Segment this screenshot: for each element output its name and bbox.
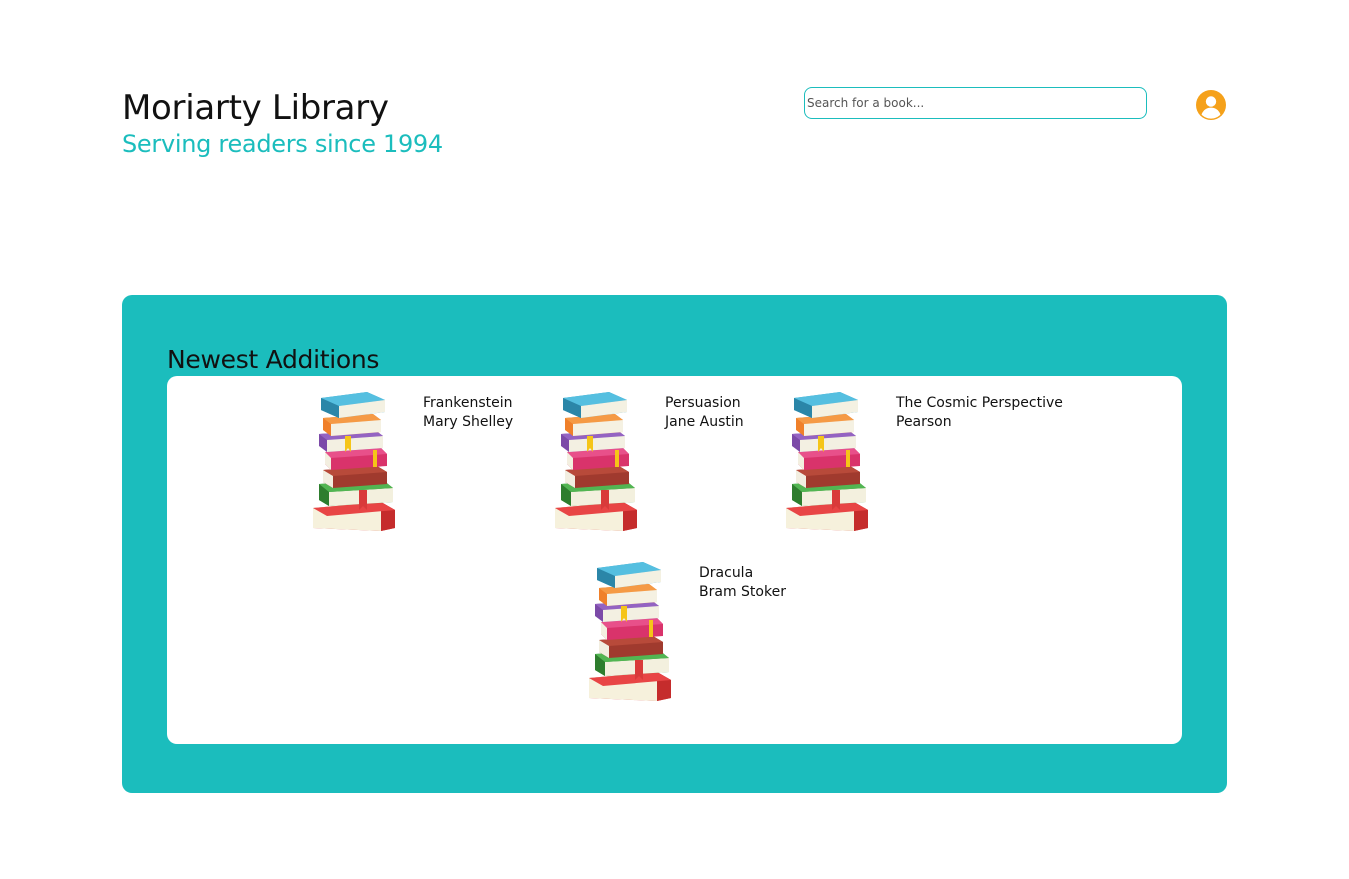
- book-info: Persuasion Jane Austin: [665, 394, 744, 432]
- book-stack-icon: [311, 390, 397, 532]
- section-heading: Newest Additions: [167, 345, 380, 374]
- book-author: Jane Austin: [665, 414, 744, 430]
- book-stack-icon: [553, 390, 639, 532]
- book-item-the-cosmic-perspective[interactable]: The Cosmic Perspective Pearson: [784, 390, 1063, 532]
- newest-additions-panel: Newest Additions Frankenstein Mary Shell…: [122, 295, 1227, 793]
- book-stack-icon: [587, 560, 673, 702]
- book-stack-icon: [784, 390, 870, 532]
- book-info: Dracula Bram Stoker: [699, 564, 786, 602]
- book-author: Mary Shelley: [423, 414, 514, 430]
- book-item-persuasion[interactable]: Persuasion Jane Austin: [553, 390, 744, 532]
- book-title: Dracula: [699, 565, 754, 581]
- site-tagline: Serving readers since 1994: [122, 130, 443, 158]
- books-card: Frankenstein Mary Shelley Persuasion Jan…: [167, 376, 1182, 744]
- book-title: Persuasion: [665, 395, 741, 411]
- user-circle-icon: [1196, 90, 1226, 120]
- brand: Moriarty Library Serving readers since 1…: [122, 86, 443, 158]
- book-item-frankenstein[interactable]: Frankenstein Mary Shelley: [311, 390, 513, 532]
- book-info: The Cosmic Perspective Pearson: [896, 394, 1063, 432]
- account-button[interactable]: [1195, 89, 1227, 121]
- book-author: Bram Stoker: [699, 584, 786, 600]
- book-info: Frankenstein Mary Shelley: [423, 394, 513, 432]
- page: Moriarty Library Serving readers since 1…: [0, 0, 1349, 879]
- book-title: Frankenstein: [423, 395, 513, 411]
- book-title: The Cosmic Perspective: [896, 395, 1063, 411]
- book-author: Pearson: [896, 414, 952, 430]
- book-item-dracula[interactable]: Dracula Bram Stoker: [587, 560, 786, 702]
- search-input[interactable]: [804, 87, 1147, 119]
- site-title[interactable]: Moriarty Library: [122, 86, 443, 130]
